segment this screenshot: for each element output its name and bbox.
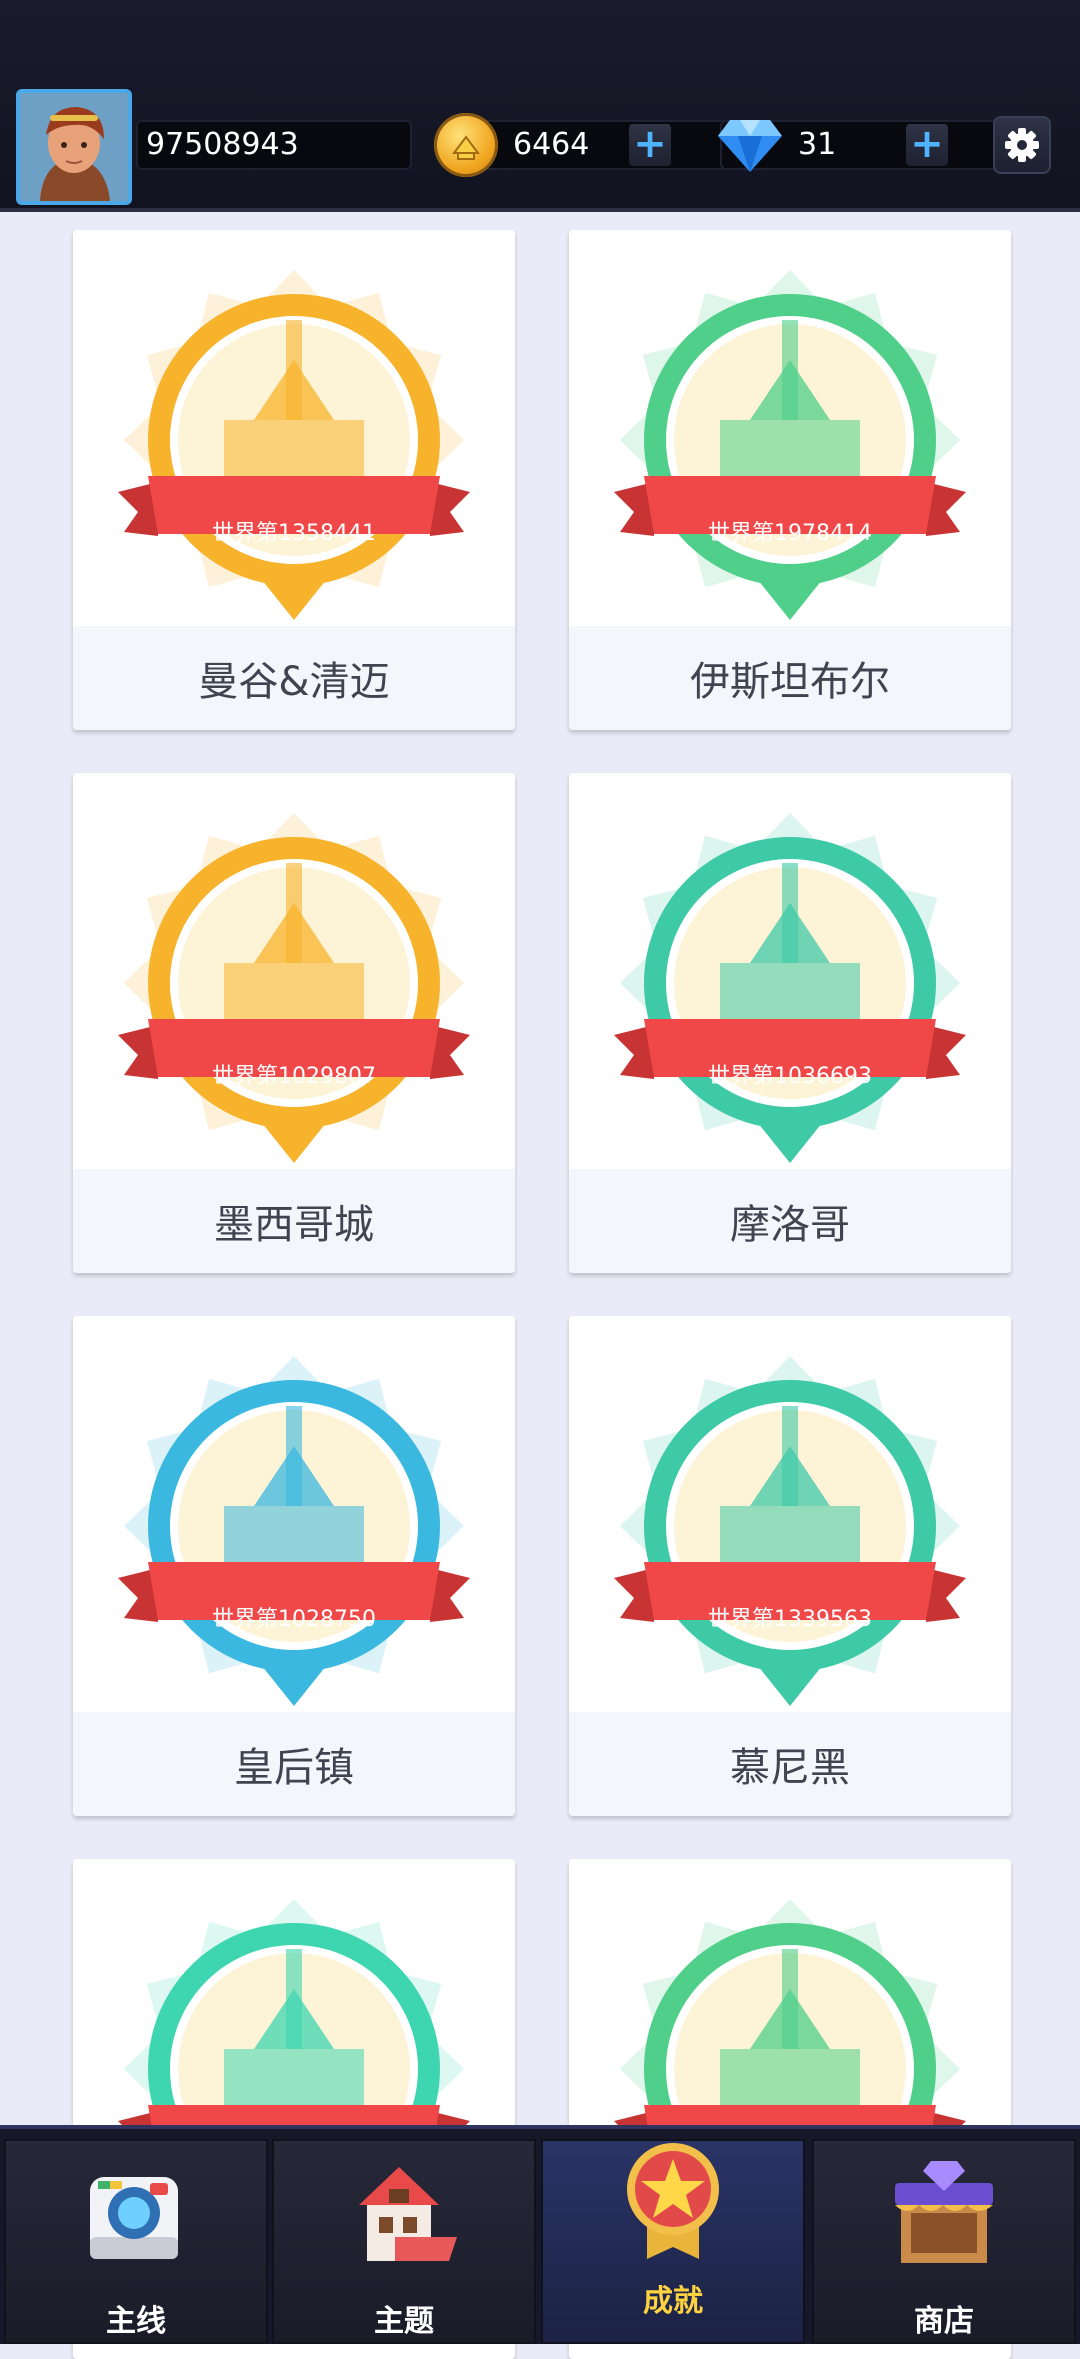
world-rank-label: 世界第1339563 bbox=[708, 1607, 872, 1632]
tab-main[interactable]: 主线 bbox=[4, 2139, 268, 2344]
player-id-field: 97508943 bbox=[136, 120, 412, 170]
city-name: 皇后镇 bbox=[73, 1712, 515, 1816]
city-badge-icon bbox=[118, 813, 470, 1163]
city-badge-icon bbox=[118, 1356, 470, 1706]
tab-main-label: 主线 bbox=[106, 2304, 166, 2339]
diamond-icon bbox=[718, 120, 782, 172]
city-badge-icon bbox=[118, 270, 470, 620]
tab-shop[interactable]: 商店 bbox=[812, 2139, 1076, 2344]
avatar-portrait bbox=[20, 93, 128, 201]
city-card[interactable]: 世界第1978414 伊斯坦布尔 bbox=[569, 230, 1011, 730]
camera-icon bbox=[90, 2177, 178, 2259]
city-name: 摩洛哥 bbox=[569, 1169, 1011, 1273]
world-rank-label: 世界第1036693 bbox=[708, 1064, 872, 1089]
city-badge-icon bbox=[614, 270, 966, 620]
city-name: 慕尼黑 bbox=[569, 1712, 1011, 1816]
city-name: 伊斯坦布尔 bbox=[569, 626, 1011, 730]
gem-count: 31 bbox=[798, 127, 837, 162]
world-rank-label: 世界第1358441 bbox=[212, 521, 376, 546]
coin-icon bbox=[434, 113, 498, 177]
city-card[interactable]: 世界第1028750 皇后镇 bbox=[73, 1316, 515, 1816]
settings-button[interactable] bbox=[995, 118, 1049, 172]
gear-icon bbox=[1005, 128, 1039, 162]
city-name: 墨西哥城 bbox=[73, 1169, 515, 1273]
tab-achievements-label: 成就 bbox=[643, 2284, 703, 2319]
city-badge-icon bbox=[614, 813, 966, 1163]
coin-count: 6464 bbox=[513, 127, 590, 162]
city-card[interactable]: 世界第1036693 摩洛哥 bbox=[569, 773, 1011, 1273]
world-rank-label: 世界第1028750 bbox=[212, 1607, 376, 1632]
star-medal-icon bbox=[627, 2143, 719, 2259]
city-card[interactable]: 世界第1339563 慕尼黑 bbox=[569, 1316, 1011, 1816]
city-badge-icon bbox=[614, 1356, 966, 1706]
player-avatar[interactable] bbox=[16, 89, 132, 205]
world-rank-label: 世界第1029807 bbox=[212, 1064, 376, 1089]
top-bar: 97508943 6464 + 31 + bbox=[0, 0, 1080, 212]
shop-icon bbox=[895, 2161, 993, 2263]
world-rank-label: 世界第1978414 bbox=[708, 521, 872, 546]
house-icon bbox=[359, 2167, 457, 2261]
tab-shop-label: 商店 bbox=[914, 2304, 974, 2339]
bottom-nav: 主线 主题 成就 商店 bbox=[0, 2125, 1080, 2344]
city-card[interactable]: 世界第1358441 曼谷&清迈 bbox=[73, 230, 515, 730]
tab-achievements[interactable]: 成就 bbox=[541, 2139, 805, 2344]
tab-theme-label: 主题 bbox=[374, 2304, 434, 2339]
city-card[interactable]: 世界第1029807 墨西哥城 bbox=[73, 773, 515, 1273]
city-name: 曼谷&清迈 bbox=[73, 626, 515, 730]
add-coins-button[interactable]: + bbox=[629, 124, 671, 166]
add-gems-button[interactable]: + bbox=[906, 124, 948, 166]
tab-theme[interactable]: 主题 bbox=[272, 2139, 536, 2344]
player-id: 97508943 bbox=[146, 127, 299, 162]
